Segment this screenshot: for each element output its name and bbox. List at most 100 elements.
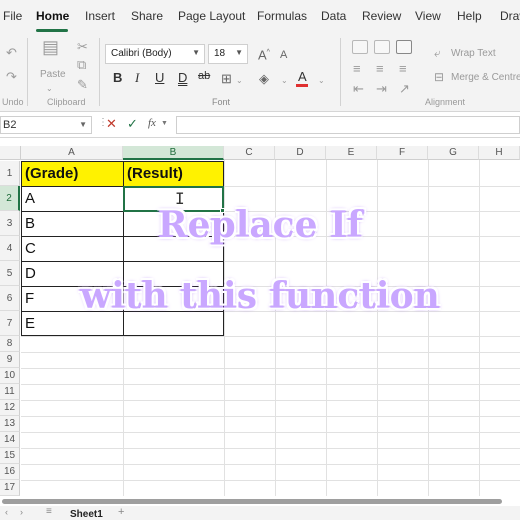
ribbon: ↶ ↷ Undo ▤ Paste ⌄ ✂ ⧉ ✎ Clipboard Calib…: [0, 34, 520, 112]
decrease-indent-icon[interactable]: ⇤: [353, 82, 364, 96]
font-size-select[interactable]: 18 ▼: [208, 44, 248, 64]
gridline: [21, 448, 520, 449]
row-header[interactable]: 13: [0, 416, 20, 432]
font-name-value: Calibri (Body): [111, 48, 172, 59]
chevron-down-icon[interactable]: ⌄: [318, 74, 325, 88]
divider: [340, 38, 341, 106]
tab-formulas[interactable]: Formulas: [257, 9, 307, 23]
font-name-select[interactable]: Calibri (Body) ▼: [105, 44, 205, 64]
gridline: [21, 480, 520, 481]
column-header-g[interactable]: G: [428, 146, 479, 160]
prev-sheet-icon[interactable]: ‹: [5, 507, 8, 517]
align-right-icon[interactable]: ≡: [399, 62, 407, 76]
gridline: [21, 368, 520, 369]
double-underline-button[interactable]: D: [178, 70, 187, 85]
cut-icon[interactable]: ✂: [77, 40, 88, 54]
tab-review[interactable]: Review: [362, 9, 401, 23]
cell-b1[interactable]: (Result): [124, 162, 224, 186]
undo-group-label: Undo: [2, 97, 24, 107]
horizontal-scrollbar[interactable]: [0, 498, 520, 506]
select-all-corner[interactable]: [0, 146, 21, 160]
row-header[interactable]: 9: [0, 352, 20, 368]
chevron-down-icon[interactable]: ⌄: [281, 74, 288, 88]
column-header-b[interactable]: B: [123, 146, 224, 160]
row-header[interactable]: 8: [0, 336, 20, 352]
enter-icon[interactable]: ✓: [127, 116, 138, 132]
row-header[interactable]: 10: [0, 368, 20, 384]
increase-font-icon[interactable]: A^: [258, 46, 270, 62]
redo-icon[interactable]: ↷: [6, 70, 17, 84]
undo-icon[interactable]: ↶: [6, 46, 17, 60]
gridline: [123, 336, 124, 496]
paste-icon[interactable]: ▤: [42, 38, 59, 56]
align-bottom-icon[interactable]: [396, 40, 412, 54]
wrap-text-icon[interactable]: ⤶: [434, 46, 441, 60]
underline-button[interactable]: U: [155, 70, 164, 85]
table-border: [21, 261, 224, 262]
tab-help[interactable]: Help: [457, 9, 482, 23]
orientation-icon[interactable]: ↗: [399, 82, 410, 96]
cell-a1[interactable]: (Grade): [22, 162, 123, 186]
tab-view[interactable]: View: [415, 9, 441, 23]
align-center-icon[interactable]: ≡: [376, 62, 384, 76]
sheet-tab-sheet1[interactable]: Sheet1: [70, 509, 103, 520]
increase-indent-icon[interactable]: ⇥: [376, 82, 387, 96]
row-header[interactable]: 11: [0, 384, 20, 400]
name-box[interactable]: B2 ▼: [0, 116, 92, 134]
column-header-d[interactable]: D: [275, 146, 326, 160]
font-color-icon[interactable]: A: [298, 70, 307, 84]
row-header[interactable]: 14: [0, 432, 20, 448]
column-header-c[interactable]: C: [224, 146, 275, 160]
row-header[interactable]: 15: [0, 448, 20, 464]
divider: [99, 38, 100, 106]
column-header-f[interactable]: F: [377, 146, 428, 160]
add-sheet-button[interactable]: +: [118, 506, 124, 518]
row-header[interactable]: 1: [0, 161, 20, 186]
row-header[interactable]: 16: [0, 464, 20, 480]
gridline: [21, 432, 520, 433]
tab-home[interactable]: Home: [36, 9, 69, 23]
strikethrough-button[interactable]: ab: [198, 70, 210, 82]
tab-page-layout[interactable]: Page Layout: [178, 9, 245, 23]
tab-file[interactable]: File: [3, 9, 22, 23]
insert-function-button[interactable]: fx: [148, 117, 156, 129]
borders-icon[interactable]: ⊞: [221, 72, 232, 86]
divider: [27, 38, 28, 106]
align-left-icon[interactable]: ≡: [353, 62, 361, 76]
clipboard-group-label: Clipboard: [47, 97, 86, 107]
tab-data[interactable]: Data: [321, 9, 346, 23]
cancel-icon[interactable]: ✕: [106, 116, 117, 132]
decrease-font-icon[interactable]: A: [280, 48, 287, 62]
sheet-list-icon[interactable]: ≡: [46, 506, 52, 517]
merge-icon[interactable]: ⊟: [434, 70, 444, 84]
font-group-label: Font: [212, 97, 231, 107]
scrollbar-thumb[interactable]: [2, 499, 502, 504]
tab-insert[interactable]: Insert: [85, 9, 115, 23]
gridline: [21, 384, 520, 385]
merge-centre-label[interactable]: Merge & Centre: [451, 72, 520, 83]
fill-color-icon[interactable]: ◈: [259, 72, 269, 86]
italic-button[interactable]: I: [135, 70, 139, 86]
align-top-icon[interactable]: [352, 40, 368, 54]
row-header[interactable]: 12: [0, 400, 20, 416]
tab-share[interactable]: Share: [131, 9, 163, 23]
tab-draw[interactable]: Draw: [500, 9, 520, 23]
row-header[interactable]: 17: [0, 480, 20, 496]
formula-bar: B2 ▼ ⋮ ✕ ✓ fx ▼: [0, 112, 520, 138]
column-header-h[interactable]: H: [479, 146, 520, 160]
formula-input[interactable]: [176, 116, 520, 134]
copy-icon[interactable]: ⧉: [77, 58, 86, 72]
align-middle-icon[interactable]: [374, 40, 390, 54]
chevron-down-icon[interactable]: ⌄: [236, 74, 243, 88]
chevron-down-icon: ▼: [192, 48, 200, 57]
paste-label[interactable]: Paste: [40, 69, 66, 80]
next-sheet-icon[interactable]: ›: [20, 507, 23, 517]
bold-button[interactable]: B: [113, 70, 122, 85]
column-header-e[interactable]: E: [326, 146, 377, 160]
column-header-a[interactable]: A: [21, 146, 123, 160]
wrap-text-label[interactable]: Wrap Text: [451, 48, 496, 59]
chevron-down-icon[interactable]: ⌄: [46, 82, 53, 96]
chevron-down-icon: ▼: [161, 120, 168, 127]
format-painter-icon[interactable]: ✎: [77, 78, 88, 92]
gridline: [21, 400, 520, 401]
